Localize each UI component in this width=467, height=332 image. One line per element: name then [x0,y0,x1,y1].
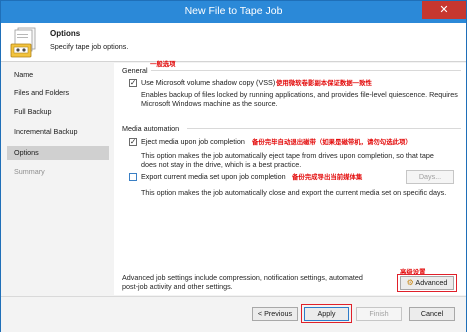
tape-job-icon [10,27,40,59]
advanced-button[interactable]: ⚙ Advanced [400,276,454,290]
general-divider [151,70,461,71]
eject-checkbox[interactable]: ✓ [129,138,137,146]
vss-annotation: 使用微软卷影副本保证数据一致性 [276,80,372,87]
close-button[interactable]: ✕ [422,1,466,19]
step-full-backup[interactable]: Full Backup [7,105,109,119]
step-name[interactable]: Name [7,68,109,82]
finish-button[interactable]: Finish [356,307,402,321]
export-description: This option makes the job automatically … [141,188,447,197]
days-button[interactable]: Days... [406,170,454,184]
eject-annotation: 备份完毕自动退出磁带（如果是磁带机，请勿勾选此项） [252,139,412,146]
media-divider [187,128,461,129]
vss-label[interactable]: Use Microsoft volume shadow copy (VSS) [141,78,275,87]
page-title: Options [50,29,81,38]
step-options[interactable]: Options [7,146,109,160]
step-summary: Summary [14,167,45,176]
export-annotation: 备份完成导出当前媒体集 [292,174,363,181]
wizard-header: Options Specify tape job options. [1,23,466,62]
step-incremental-backup[interactable]: Incremental Backup [7,125,109,139]
step-files-and-folders[interactable]: Files and Folders [7,86,109,100]
wizard-steps: Name Files and Folders Full Backup Incre… [1,63,113,295]
wizard-footer: < Previous Apply Finish Cancel [1,296,466,332]
options-panel: General 一般选项 ✓ Use Microsoft volume shad… [114,61,466,295]
general-annotation: 一般选项 [150,61,176,68]
previous-button[interactable]: < Previous [252,307,298,321]
check-icon: ✓ [130,78,137,87]
gear-icon: ⚙ [406,278,414,287]
apply-button[interactable]: Apply [304,307,349,321]
export-label[interactable]: Export current media set upon job comple… [141,172,286,181]
page-subtitle: Specify tape job options. [50,42,129,51]
media-section-label: Media automation [122,124,180,133]
title-bar[interactable]: New File to Tape Job ✕ [1,1,466,23]
general-section-label: General [122,66,148,75]
cancel-button[interactable]: Cancel [409,307,455,321]
advanced-button-label: Advanced [415,278,448,287]
vss-checkbox[interactable]: ✓ [129,79,137,87]
vss-description: Enables backup of files locked by runnin… [141,90,458,108]
eject-label[interactable]: Eject media upon job completion [141,137,245,146]
eject-description: This option makes the job automatically … [141,151,434,169]
export-checkbox[interactable] [129,173,137,181]
advanced-description: Advanced job settings include compressio… [122,273,363,291]
dialog-window: New File to Tape Job ✕ Options Specify t… [0,0,467,332]
window-title: New File to Tape Job [184,5,283,17]
check-icon: ✓ [130,137,137,146]
